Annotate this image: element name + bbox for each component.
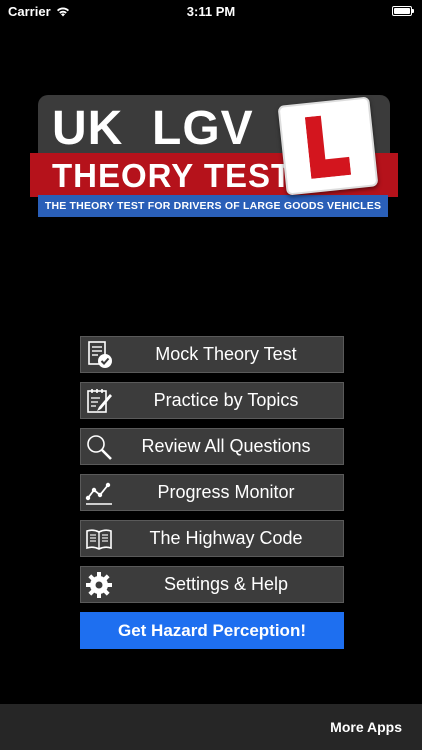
- review-all-questions-label: Review All Questions: [141, 436, 311, 456]
- practice-by-topics-label: Practice by Topics: [153, 390, 299, 410]
- status-bar: Carrier 3:11 PM: [0, 0, 422, 24]
- practice-by-topics-button[interactable]: Practice by Topics: [80, 382, 344, 419]
- logo-title-line1: UK LGV: [52, 102, 254, 155]
- app-logo: UK LGV THEORY TEST THE THEORY TEST FOR D…: [30, 95, 398, 220]
- l-letter-icon: [304, 115, 352, 179]
- highway-code-label: The Highway Code: [149, 528, 303, 548]
- magnifier-icon: [81, 429, 117, 465]
- highway-code-button[interactable]: The Highway Code: [80, 520, 344, 557]
- hazard-perception-button[interactable]: Get Hazard Perception!: [80, 612, 344, 649]
- more-apps-link[interactable]: More Apps: [330, 719, 402, 735]
- open-book-icon: [81, 521, 117, 557]
- line-graph-icon: [81, 475, 117, 511]
- review-all-questions-button[interactable]: Review All Questions: [80, 428, 344, 465]
- learner-plate-icon: [277, 96, 379, 196]
- bottom-bar: More Apps: [0, 704, 422, 750]
- mock-theory-test-button[interactable]: Mock Theory Test: [80, 336, 344, 373]
- progress-monitor-label: Progress Monitor: [157, 482, 295, 502]
- settings-help-label: Settings & Help: [163, 574, 289, 594]
- progress-monitor-button[interactable]: Progress Monitor: [80, 474, 344, 511]
- battery-icon: [392, 6, 414, 16]
- logo-title-line2: THEORY TEST: [52, 157, 293, 194]
- notepad-pencil-icon: [81, 383, 117, 419]
- clock: 3:11 PM: [186, 4, 236, 19]
- gear-icon: [81, 567, 117, 603]
- logo-subtitle: THE THEORY TEST FOR DRIVERS OF LARGE GOO…: [38, 195, 388, 217]
- mock-theory-test-label: Mock Theory Test: [155, 344, 297, 364]
- checklist-icon: [81, 337, 117, 373]
- settings-help-button[interactable]: Settings & Help: [80, 566, 344, 603]
